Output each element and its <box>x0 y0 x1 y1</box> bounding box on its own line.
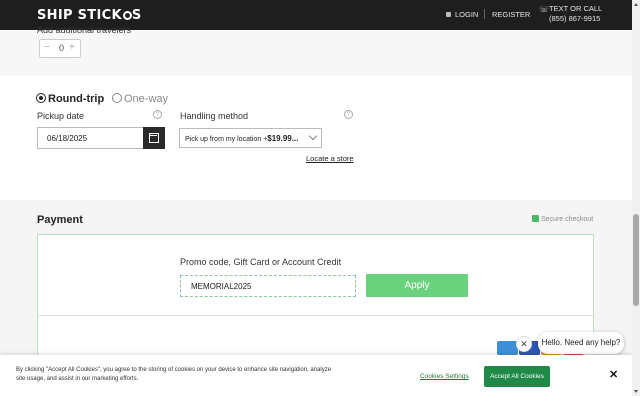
secure-checkout-label: Secure checkout <box>541 216 594 223</box>
payment-divider <box>38 315 593 316</box>
pickup-date-label: Pickup date <box>37 111 85 121</box>
cookie-text: By clicking "Accept All Cookies", you ag… <box>16 367 332 382</box>
locate-store-link[interactable]: Locate a store <box>306 154 354 163</box>
phone-number-link[interactable]: (855) 867-9915 <box>549 14 600 23</box>
page-scrollbar[interactable] <box>632 0 640 396</box>
contact-label: TEXT OR CALL <box>549 4 603 13</box>
one-way-radio[interactable] <box>111 93 122 103</box>
phone-icon: ☏ <box>539 5 550 14</box>
login-label: LOGIN <box>455 10 479 19</box>
login-link[interactable]: LOGIN <box>446 10 478 19</box>
chat-close-button[interactable]: ✕ <box>516 336 532 352</box>
handling-method-select[interactable]: Pick up from my location +$19.99... <box>179 128 322 148</box>
cookie-settings-link[interactable]: Cookies Settings <box>420 373 469 380</box>
logo-ring-icon <box>122 11 132 20</box>
ship-sticks-logo[interactable]: SHIP STICK S <box>37 8 142 23</box>
lock-icon <box>446 12 451 17</box>
promo-label: Promo code, Gift Card or Account Credit <box>180 257 342 267</box>
accept-cookies-button[interactable]: Accept All Cookies <box>484 366 550 387</box>
help-icon[interactable]: ? <box>344 110 353 119</box>
stepper-value: 0 <box>59 43 65 53</box>
promo-code-input[interactable]: MEMORIAL2025 <box>180 275 356 297</box>
lock-icon <box>532 215 539 222</box>
round-trip-label[interactable]: Round-trip <box>48 93 104 105</box>
scroll-thumb[interactable] <box>633 214 639 306</box>
trip-section: Round-trip One-way Pickup date ? 06/18/2… <box>0 76 632 200</box>
close-icon[interactable]: ✕ <box>609 368 618 381</box>
chevron-down-icon <box>308 131 318 141</box>
travelers-label: Add additional travelers <box>37 25 132 35</box>
header-divider <box>484 9 485 19</box>
secure-checkout: Secure checkout <box>532 215 593 223</box>
calendar-icon <box>149 133 159 143</box>
scroll-down-icon[interactable] <box>634 390 638 393</box>
travelers-section: Add additional travelers − 0 + <box>0 25 632 76</box>
cookie-banner: By clicking "Accept All Cookies", you ag… <box>0 355 632 396</box>
plus-icon[interactable]: + <box>69 42 75 53</box>
help-icon[interactable]: ? <box>153 110 162 119</box>
trip-type-radios: Round-trip One-way <box>36 93 168 105</box>
one-way-label[interactable]: One-way <box>124 93 168 105</box>
calendar-button[interactable] <box>143 127 165 149</box>
chat-help-bubble[interactable]: Hello. Need any help? <box>538 332 624 354</box>
handling-value-text: Pick up from my location + <box>185 136 268 143</box>
handling-value-price: $19.99... <box>267 134 299 143</box>
payment-section: Payment Secure checkout Promo code, Gift… <box>0 200 632 364</box>
travelers-stepper[interactable]: − 0 + <box>39 39 81 58</box>
minus-icon[interactable]: − <box>44 42 50 53</box>
scroll-up-icon[interactable] <box>634 3 638 6</box>
amex-icon <box>497 341 518 355</box>
handling-method-label: Handling method <box>180 111 249 121</box>
pickup-date-input[interactable]: 06/18/2025 <box>37 127 143 149</box>
register-link[interactable]: REGISTER <box>492 10 530 19</box>
apply-button[interactable]: Apply <box>366 274 468 297</box>
round-trip-radio[interactable] <box>36 93 46 103</box>
payment-title: Payment <box>37 214 83 226</box>
